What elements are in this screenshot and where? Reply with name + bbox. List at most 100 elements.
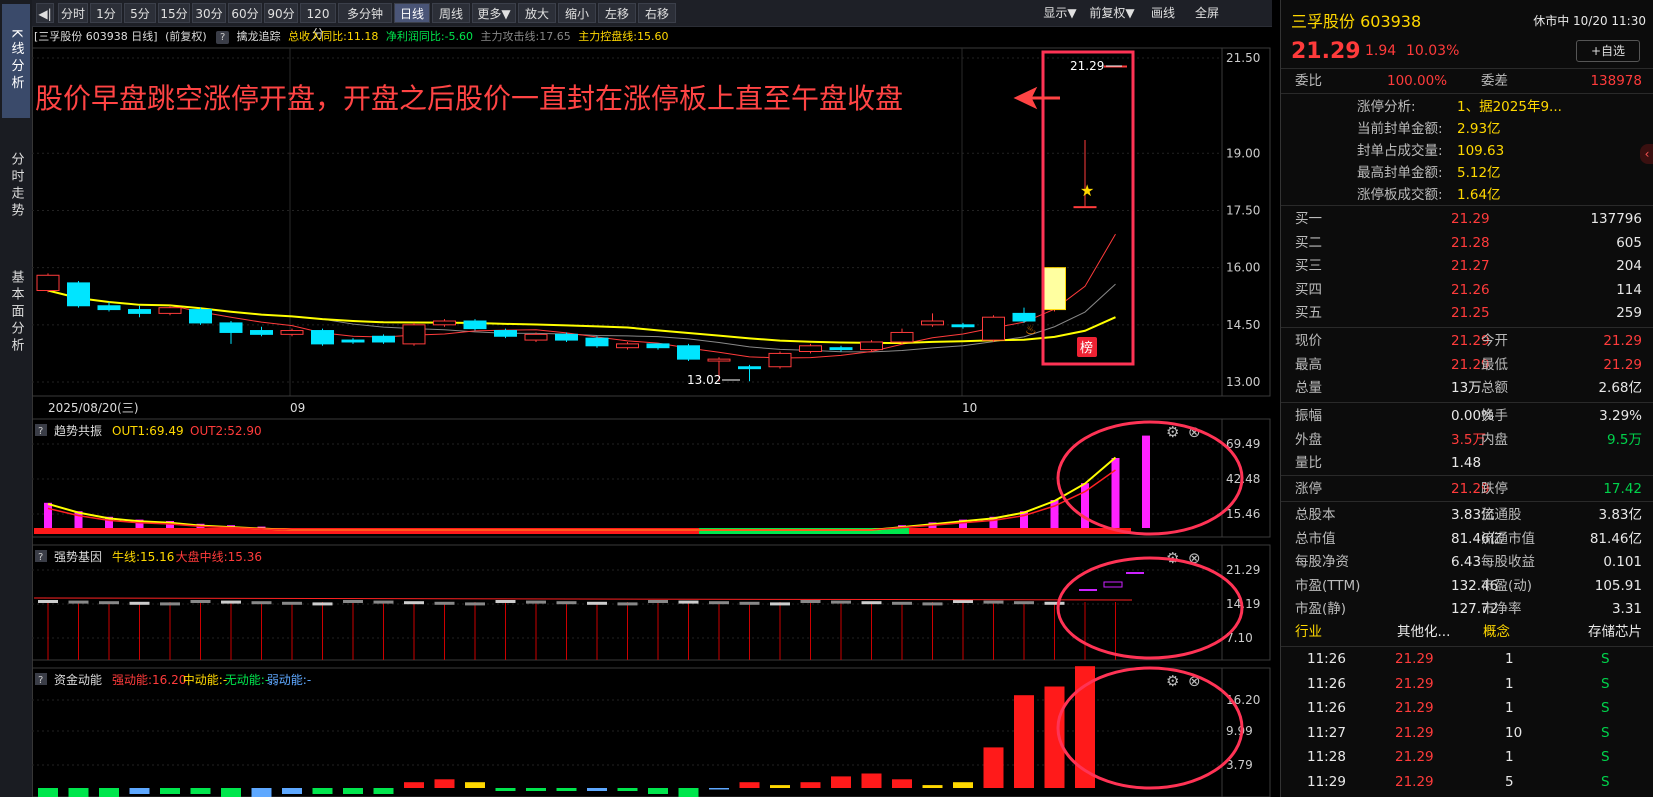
fund-value: 0.101: [1603, 554, 1642, 570]
flow-bar: [922, 785, 943, 788]
gene-tick: [739, 601, 760, 605]
tick-row: 11:27 21.29 10 S: [1281, 722, 1653, 745]
bid-price: 21.27: [1451, 258, 1490, 274]
stat-label: 今开: [1481, 333, 1508, 349]
high-label: 21.29: [1070, 59, 1104, 73]
nav-item-1[interactable]: 分时走势: [2, 122, 30, 250]
flow-bar: [343, 788, 363, 794]
gene-tick: [38, 600, 58, 603]
chart-area[interactable]: 21.50 19.00 17.50 16.00 14.50 13.00 21.29 13.02…: [32, 0, 1280, 797]
stat-value: 13万: [1451, 380, 1482, 396]
tick-row: 11:28 21.29 1 S: [1281, 746, 1653, 769]
zt-value: 2.93亿: [1457, 121, 1501, 137]
market-status: 休市中 10/20 11:30: [1533, 14, 1646, 28]
zt-row: 涨停板成交额: 1.64亿: [1281, 184, 1653, 207]
tick-volume: 5: [1505, 773, 1514, 790]
gene-tick: [190, 600, 211, 603]
star-icon: ★: [1080, 181, 1094, 200]
fund-label: 市净率: [1481, 601, 1522, 617]
flow-bar: [404, 782, 424, 788]
fund-label: 每股净资: [1295, 554, 1349, 570]
tick-side: S: [1601, 675, 1610, 692]
panel3-v2: 中动能:-: [183, 672, 227, 687]
main-y-label: 19.00: [1226, 146, 1260, 160]
flow-bar: [587, 788, 607, 791]
candle-body: [494, 330, 517, 337]
nav-item-2[interactable]: 基本面分析: [2, 254, 30, 370]
candle-body: [890, 331, 914, 343]
zt-label: 涨停板成交额:: [1357, 187, 1443, 203]
flow-bar: [99, 788, 119, 797]
industry-value[interactable]: 其他化...: [1397, 621, 1450, 644]
quote-panel: 三孚股份 603938 休市中 10/20 11:30 21.29 1.94 10.03…: [1280, 0, 1653, 797]
fire-icon: ♨: [1025, 323, 1037, 338]
svg-text:?: ?: [38, 552, 43, 563]
candle-body: [951, 324, 975, 328]
tick-row: 11:29 21.29 5 S: [1281, 771, 1653, 794]
fund-label: 总市值: [1295, 530, 1336, 547]
bid-price: 21.28: [1451, 234, 1490, 251]
candle-body: [189, 309, 212, 324]
settings-icon[interactable]: ⚙: [1166, 672, 1179, 690]
tick-time: 11:28: [1307, 749, 1346, 765]
fund-row: 市盈(静) 127.72 市净率 3.31: [1281, 598, 1653, 621]
weicha-label: 委差: [1481, 73, 1508, 89]
bid-row: 买一 21.29 137796: [1281, 208, 1653, 231]
panel-y-label: 3.79: [1226, 758, 1253, 772]
flow-bar: [983, 747, 1004, 788]
gene-tick: [282, 601, 302, 605]
candle-body: [128, 309, 151, 314]
tick-time: 11:26: [1307, 651, 1346, 667]
price-change: 1.94: [1365, 43, 1397, 59]
gene-tick: [68, 600, 89, 604]
flow-bar: [282, 788, 302, 794]
trend-column: [44, 502, 52, 528]
flow-bar: [800, 782, 821, 788]
bid-row: 买五 21.25 259: [1281, 302, 1653, 325]
candle-body: [250, 330, 273, 335]
flow-bar: [221, 788, 241, 797]
tick-price: 21.29: [1395, 749, 1434, 765]
gene-tick: [892, 601, 912, 605]
stat-row: 最高 21.29 最低 21.29: [1281, 354, 1653, 377]
gene-tick: [373, 600, 394, 604]
fund-row: 总市值 81.46亿 流通市值 81.46亿: [1281, 528, 1653, 551]
panel3-v3: 无动能:-: [225, 673, 269, 687]
panel2-v1: 牛线:15.16: [112, 549, 174, 564]
candle-body: [67, 282, 90, 307]
bid-volume: 137796: [1590, 211, 1642, 227]
tick-price: 21.29: [1395, 651, 1434, 667]
stat-value: 1.48: [1451, 455, 1482, 471]
candle-body: [707, 358, 731, 362]
rank-badge-label: 榜: [1080, 340, 1093, 356]
tick-price: 21.29: [1395, 675, 1434, 692]
close-icon[interactable]: ⊗: [1188, 423, 1201, 441]
bid-label: 买四: [1295, 281, 1322, 298]
gene-tick: [617, 602, 638, 606]
bid-row: 买三 21.27 204: [1281, 255, 1653, 278]
flow-bar: [770, 785, 790, 788]
candle-body: [555, 333, 578, 341]
nav-item-0[interactable]: K线分析: [2, 4, 30, 118]
gene-tick: [404, 601, 424, 605]
industry-label: 行业: [1295, 624, 1322, 640]
fund-value: 81.46亿: [1589, 530, 1642, 547]
panel1-v2: OUT2:52.90: [190, 424, 262, 438]
gene-tick: [648, 600, 668, 603]
zt-label: 当前封单金额:: [1357, 121, 1443, 137]
collapse-arrow-icon[interactable]: ‹: [1640, 144, 1653, 164]
flow-bar: [892, 779, 912, 788]
flow-bar: [38, 788, 58, 797]
concept-value[interactable]: 存储芯片: [1588, 621, 1642, 644]
flow-bar: [648, 788, 668, 794]
flow-bar: [68, 788, 89, 797]
candle-body: [738, 366, 761, 370]
gene-tick: [129, 601, 150, 605]
gene-tick: [312, 602, 333, 606]
add-favorite-button[interactable]: +自选: [1576, 40, 1640, 62]
flow-bar: [678, 788, 699, 797]
fund-label: 每股收益: [1481, 554, 1535, 570]
tick-price: 21.29: [1395, 773, 1434, 790]
candle-body: [1073, 206, 1097, 209]
weibi-label: 委比: [1295, 73, 1322, 89]
